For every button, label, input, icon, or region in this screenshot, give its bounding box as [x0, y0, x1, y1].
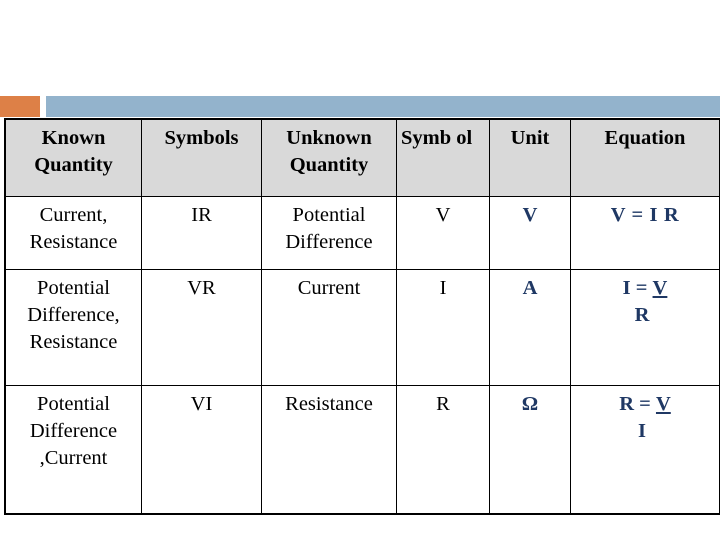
cell-unknown-quantity-text: Resistance	[285, 393, 373, 415]
equation-denominator: I	[638, 420, 646, 443]
cell-unit: Ω	[489, 385, 571, 515]
column-header-equation: Equation	[570, 118, 720, 197]
cell-symbol: I	[396, 269, 490, 386]
cell-unit-text: V	[522, 204, 538, 226]
decorative-banner	[0, 96, 720, 117]
equation-fraction-top: I = V	[575, 275, 715, 302]
table-header-row: Known Quantity Symbols Unknown Quantity …	[4, 118, 720, 197]
cell-equation: R = V I	[570, 385, 720, 515]
cell-equation: V = I R	[570, 196, 720, 270]
cell-unit: A	[489, 269, 571, 386]
cell-symbol: V	[396, 196, 490, 270]
cell-symbols: VR	[141, 269, 262, 386]
cell-known-quantity: Potential Difference, Resistance	[4, 269, 142, 386]
column-header-unit-label: Unit	[510, 127, 550, 149]
cell-symbol-text: V	[435, 204, 451, 226]
cell-symbols: IR	[141, 196, 262, 270]
column-header-unknown-quantity: Unknown Quantity	[261, 118, 397, 197]
cell-symbols-text: IR	[191, 204, 212, 226]
cell-unit-text: A	[522, 277, 538, 299]
cell-unknown-quantity: Current	[261, 269, 397, 386]
equation-inline-text: V = I R	[610, 204, 680, 226]
column-header-symbol-label: Symb ol	[401, 127, 473, 149]
blue-accent-bar	[46, 96, 720, 117]
column-header-unit: Unit	[489, 118, 571, 197]
column-header-known-quantity-label: Known Quantity	[34, 127, 113, 177]
cell-symbols: VI	[141, 385, 262, 515]
column-header-symbol: Symb ol	[396, 118, 490, 197]
cell-known-quantity-text: Current, Resistance	[29, 204, 118, 254]
cell-known-quantity-text: Potential Difference, Resistance	[27, 277, 120, 354]
equation-denominator: R	[634, 304, 650, 327]
orange-accent-block	[0, 96, 40, 117]
column-header-symbols: Symbols	[141, 118, 262, 197]
equation-numerator: V	[655, 393, 671, 415]
ohms-law-table: Known Quantity Symbols Unknown Quantity …	[4, 118, 720, 515]
table-row: Potential Difference ,Current VI Resista…	[4, 385, 720, 515]
cell-symbols-text: VR	[187, 277, 216, 299]
column-header-equation-label: Equation	[604, 127, 686, 149]
cell-unknown-quantity-text: Potential Difference	[285, 204, 373, 254]
cell-symbols-text: VI	[190, 393, 213, 415]
cell-equation: I = V R	[570, 269, 720, 386]
cell-unknown-quantity: Potential Difference	[261, 196, 397, 270]
cell-symbol: R	[396, 385, 490, 515]
cell-symbol-text: I	[439, 277, 447, 299]
equation-fraction-top: R = V	[575, 391, 715, 418]
equation-numerator: V	[652, 277, 668, 299]
cell-known-quantity-text: Potential Difference ,Current	[29, 393, 118, 470]
equation-lhs: R =	[619, 393, 651, 415]
column-header-symbols-label: Symbols	[164, 127, 239, 149]
cell-symbol-text: R	[436, 393, 450, 415]
table-row: Potential Difference, Resistance VR Curr…	[4, 269, 720, 386]
cell-known-quantity: Potential Difference ,Current	[4, 385, 142, 515]
cell-known-quantity: Current, Resistance	[4, 196, 142, 270]
cell-unit: V	[489, 196, 571, 270]
column-header-unknown-quantity-label: Unknown Quantity	[286, 127, 372, 177]
cell-unknown-quantity: Resistance	[261, 385, 397, 515]
cell-unknown-quantity-text: Current	[297, 277, 361, 299]
table-row: Current, Resistance IR Potential Differe…	[4, 196, 720, 270]
column-header-known-quantity: Known Quantity	[4, 118, 142, 197]
cell-unit-text: Ω	[521, 393, 539, 415]
equation-lhs: I =	[622, 277, 648, 299]
